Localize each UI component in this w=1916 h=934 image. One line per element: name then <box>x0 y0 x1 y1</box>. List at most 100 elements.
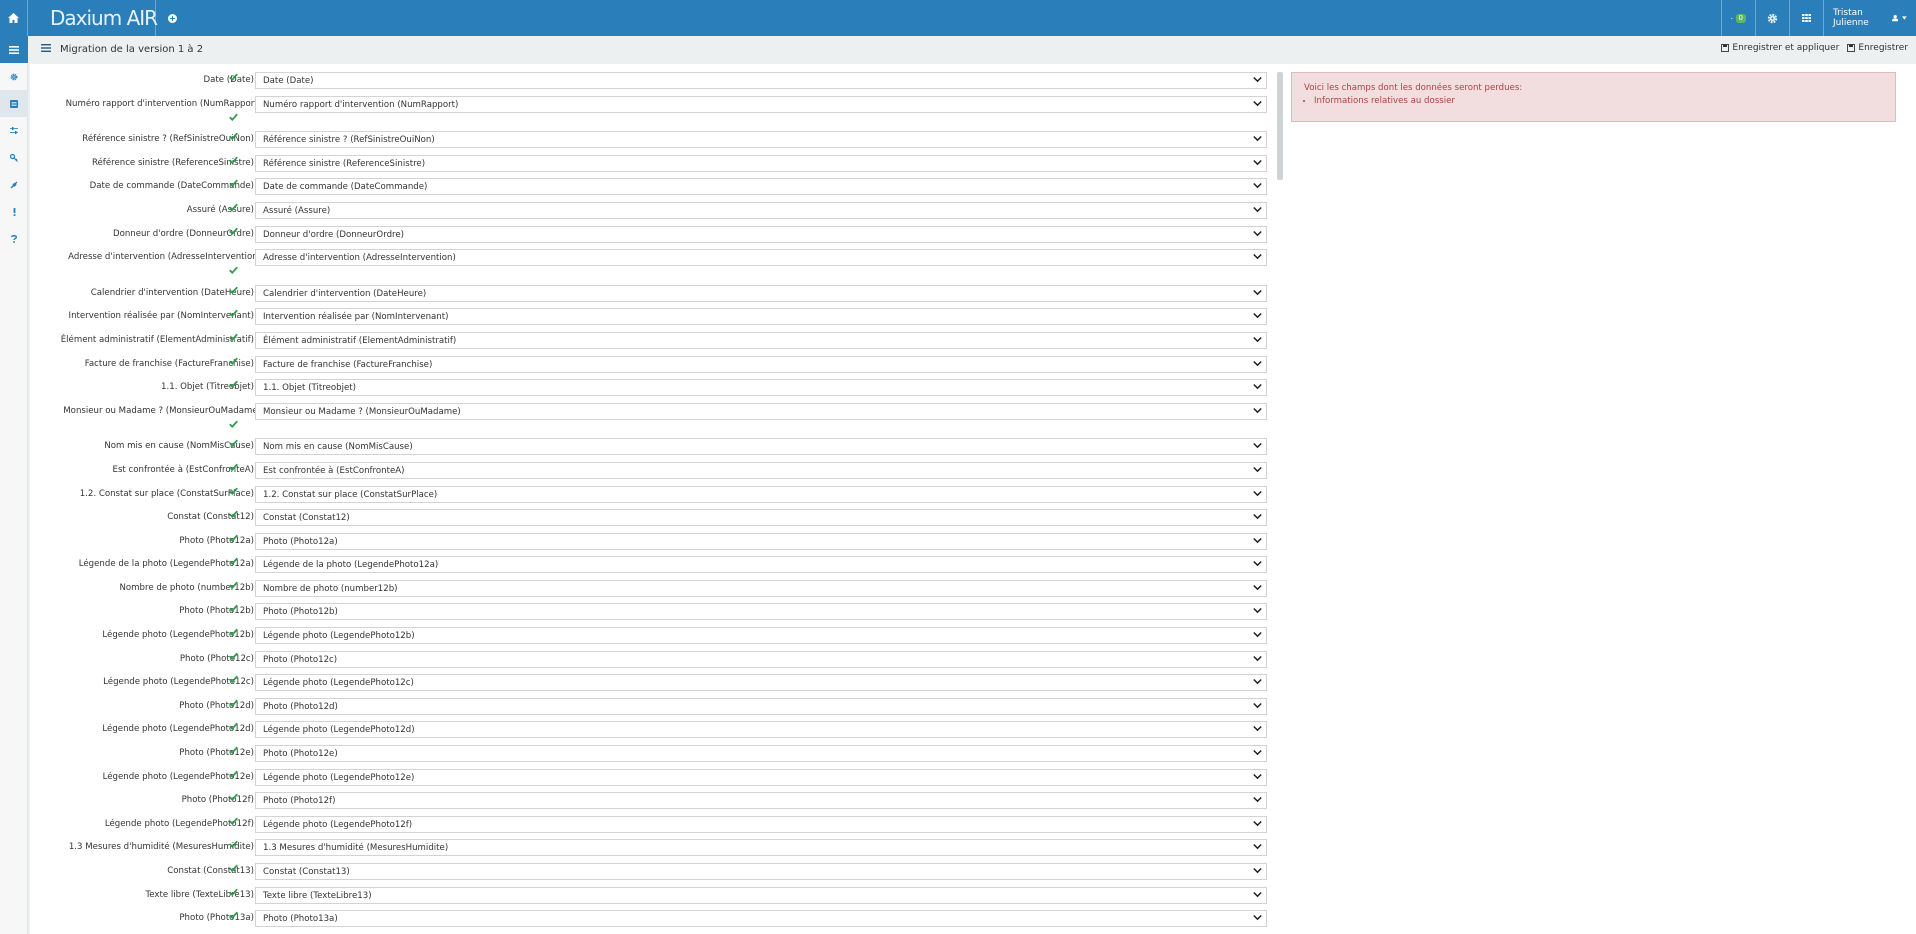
target-field-select[interactable]: Donneur d'ordre (DonneurOrdre) <box>255 225 1267 243</box>
target-field-value: Photo (Photo13a) <box>263 914 338 925</box>
source-field-label: Date de commande (DateCommande) <box>89 181 254 192</box>
target-field-value: Légende photo (LegendePhoto12d) <box>263 725 415 736</box>
target-field-select[interactable]: Nom mis en cause (NomMisCause) <box>255 438 1267 456</box>
target-field-select[interactable]: Photo (Photo12c) <box>255 650 1267 668</box>
migration-panel: Date (Date) Date (Date) Numéro rapport d'i… <box>30 64 1916 934</box>
chevron-down-icon <box>1253 820 1262 827</box>
nav-plugins[interactable] <box>0 171 28 198</box>
chevron-down-icon <box>1253 443 1262 449</box>
target-field-select[interactable]: 1.1. Objet (Titreobjet) <box>255 379 1267 397</box>
target-field-value: Légende photo (LegendePhoto12f) <box>263 819 413 830</box>
chevron-down-icon <box>1253 183 1262 189</box>
target-field-select[interactable]: Photo (Photo13a) <box>255 910 1267 928</box>
gear-icon <box>10 73 18 80</box>
target-field-select[interactable]: Légende photo (LegendePhoto12e) <box>255 768 1267 786</box>
mapping-row: Constat (Constat12) Constat (Constat12) <box>30 508 1270 532</box>
save-button[interactable]: Enregistrer <box>1847 43 1908 53</box>
user-menu[interactable]: Tristan Julienne <box>1823 0 1916 36</box>
save-and-apply-button[interactable]: Enregistrer et appliquer <box>1721 43 1839 53</box>
source-field-label: Photo (Photo12f) <box>181 795 254 806</box>
target-field-select[interactable]: Référence sinistre ? (RefSinistreOuiNon) <box>255 131 1267 149</box>
check-icon <box>229 113 238 121</box>
target-field-select[interactable]: Légende photo (LegendePhoto12d) <box>255 721 1267 739</box>
target-field-select[interactable]: Légende photo (LegendePhoto12c) <box>255 674 1267 692</box>
target-field-select[interactable]: Référence sinistre (ReferenceSinistre) <box>255 154 1267 172</box>
target-field-select[interactable]: Constat (Constat13) <box>255 863 1267 880</box>
target-field-select[interactable]: Date (Date) <box>255 72 1267 89</box>
target-field-select[interactable]: Texte libre (TexteLibre13) <box>255 886 1267 904</box>
target-field-select[interactable]: Intervention réalisée par (NomIntervenan… <box>255 308 1267 326</box>
nav-keys[interactable] <box>0 144 28 171</box>
target-field-select[interactable]: Photo (Photo12e) <box>255 745 1267 763</box>
target-field-value: Constat (Constat12) <box>263 513 350 524</box>
chevron-down-icon <box>1253 608 1262 614</box>
target-field-value: Est confrontée à (EstConfronteA) <box>263 465 405 476</box>
target-field-select[interactable]: Photo (Photo12f) <box>255 792 1267 810</box>
target-field-select[interactable]: Photo (Photo12d) <box>255 697 1267 715</box>
chevron-down-icon <box>1253 702 1262 709</box>
target-field-value: Légende photo (LegendePhoto12c) <box>263 678 414 689</box>
chevron-down-icon <box>1253 466 1262 473</box>
apps-button[interactable] <box>1789 0 1823 36</box>
target-field-value: Légende photo (LegendePhoto12e) <box>263 772 415 783</box>
scrollbar[interactable] <box>1277 72 1283 180</box>
chevron-down-icon <box>1253 384 1262 390</box>
mapping-row: 1.3 Mesures d'humidité (MesuresHumidite)… <box>30 838 1270 862</box>
target-field-value: Constat (Constat13) <box>263 867 350 877</box>
home-button[interactable] <box>0 0 28 36</box>
settings-button[interactable] <box>1755 0 1789 36</box>
target-field-select[interactable]: 1.2. Constat sur place (ConstatSurPlace) <box>255 485 1267 503</box>
target-field-select[interactable]: Constat (Constat12) <box>255 509 1267 527</box>
mapping-row: Donneur d'ordre (DonneurOrdre) Donneur d'… <box>30 225 1270 249</box>
target-field-select[interactable]: Est confrontée à (EstConfronteA) <box>255 461 1267 479</box>
chevron-down-icon <box>1253 407 1262 413</box>
target-field-select[interactable]: Légende de la photo (LegendePhoto12a) <box>255 556 1267 574</box>
source-field-label: Photo (Photo12c) <box>179 653 254 664</box>
nav-filters[interactable] <box>0 117 28 144</box>
exclamation-icon <box>13 207 15 216</box>
target-field-select[interactable]: Photo (Photo12a) <box>255 532 1267 550</box>
field-mapping-list: Date (Date) Date (Date) Numéro rapport d'i… <box>30 71 1270 933</box>
target-field-select[interactable]: Calendrier d'intervention (DateHeure) <box>255 284 1267 302</box>
check-icon <box>229 439 238 448</box>
target-field-select[interactable]: Monsieur ou Madame ? (MonsieurOuMadame) <box>255 402 1267 420</box>
target-field-select[interactable]: Légende photo (LegendePhoto12b) <box>255 627 1267 645</box>
save-label: Enregistrer <box>1858 43 1908 53</box>
check-icon <box>229 911 238 920</box>
menu-icon <box>9 45 19 54</box>
top-bar: Daxium AIR 0 Tristan Julienne <box>0 0 1916 36</box>
target-field-select[interactable]: Date de commande (DateCommande) <box>255 178 1267 196</box>
nav-help[interactable] <box>0 225 28 252</box>
check-icon <box>229 817 238 825</box>
target-field-select[interactable]: Assuré (Assure) <box>255 201 1267 219</box>
question-icon <box>11 234 17 243</box>
source-field-label: Constat (Constat12) <box>167 512 254 523</box>
target-field-select[interactable]: Facture de franchise (FactureFranchise) <box>255 355 1267 373</box>
nav-settings[interactable] <box>0 63 28 90</box>
target-field-value: 1.1. Objet (Titreobjet) <box>263 383 356 394</box>
nav-alerts[interactable] <box>0 198 28 225</box>
chevron-down-icon <box>1253 313 1262 319</box>
mapping-row: Monsieur ou Madame ? (MonsieurOuMadame) M… <box>30 402 1270 438</box>
target-field-select[interactable]: Adresse d'intervention (AdresseIntervent… <box>255 249 1267 267</box>
sliders-icon <box>10 127 18 134</box>
target-field-value: Référence sinistre (ReferenceSinistre) <box>263 158 426 169</box>
check-icon <box>229 746 238 755</box>
menu-toggle-button[interactable] <box>0 36 28 63</box>
check-icon <box>229 203 238 211</box>
chevron-down-icon <box>1253 584 1262 591</box>
mapping-row: 1.2. Constat sur place (ConstatSurPlace)… <box>30 485 1270 509</box>
mapping-row: Légende photo (LegendePhoto12d) Légende p… <box>30 720 1270 744</box>
target-field-select[interactable]: 1.3 Mesures d'humidité (MesuresHumidite) <box>255 839 1267 857</box>
target-field-select[interactable]: Légende photo (LegendePhoto12f) <box>255 815 1267 833</box>
target-field-select[interactable]: Photo (Photo12b) <box>255 603 1267 621</box>
check-icon <box>229 463 238 471</box>
target-field-select[interactable]: Numéro rapport d'intervention (NumRappor… <box>255 95 1267 113</box>
caret-down-icon <box>1902 16 1907 20</box>
target-field-value: Adresse d'intervention (AdresseIntervent… <box>263 253 456 264</box>
check-icon <box>229 675 238 684</box>
notifications-button[interactable]: 0 <box>1721 0 1755 36</box>
target-field-select[interactable]: Élément administratif (ElementAdministra… <box>255 331 1267 349</box>
target-field-select[interactable]: Nombre de photo (number12b) <box>255 579 1267 597</box>
add-button[interactable] <box>166 12 178 24</box>
